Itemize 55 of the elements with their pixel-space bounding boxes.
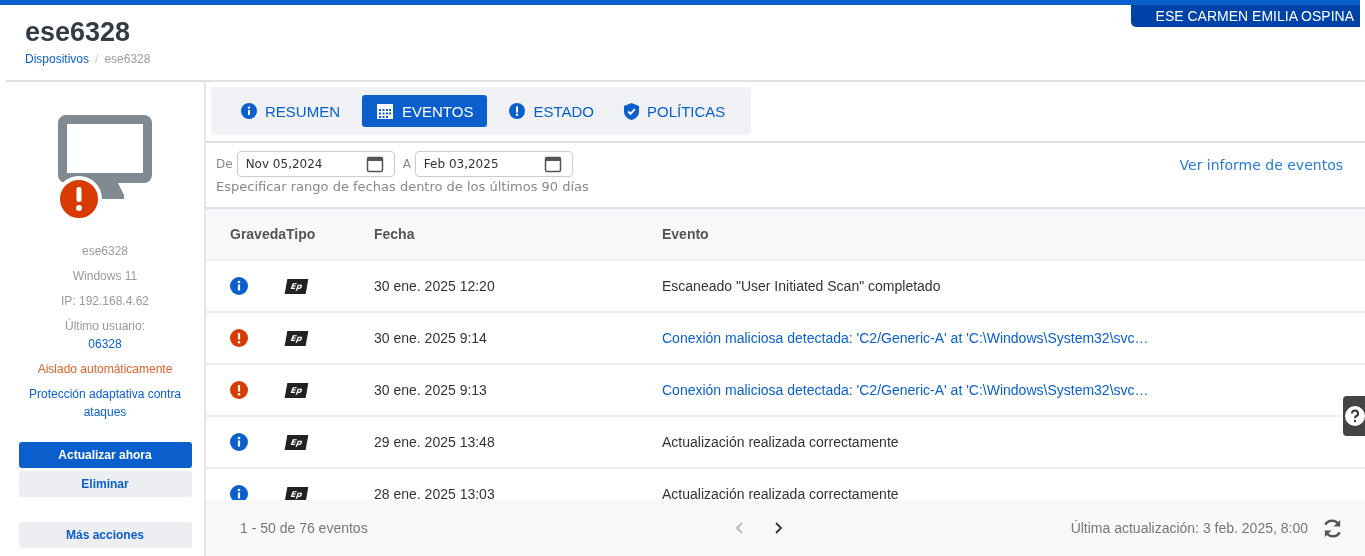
table-cell-text: 30 ene. 2025 9:13 [374, 382, 488, 398]
device-detail: Último usuario: [65, 317, 145, 335]
event-report-link[interactable]: Ver informe de eventos [1179, 157, 1343, 207]
column-header: Evento [662, 226, 710, 242]
tab[interactable]: RESUMEN [233, 95, 348, 127]
table-cell-text: Actualización realizada correctamente [662, 434, 900, 450]
column-header: Graveda [229, 226, 286, 242]
to-label: A [402, 157, 411, 171]
table-cell-text: 30 ene. 2025 12:20 [374, 278, 496, 294]
device-detail: ese6328 [81, 243, 128, 260]
table-cell-text: 28 ene. 2025 13:03 [374, 486, 496, 502]
column-header: Tipo [286, 226, 317, 242]
calendar-icon [543, 155, 562, 173]
type-logo: Ep [284, 278, 309, 294]
from-label: De [216, 157, 233, 171]
event-count: 1 - 50 de 76 eventos [240, 520, 369, 536]
detail-link[interactable]: Protección adaptativa contra ataques [15, 385, 195, 421]
event-link[interactable]: Conexión maliciosa detectada: 'C2/Generic-A' at 'C:\Windows\System32\svc… [662, 330, 1365, 346]
refresh-icon[interactable] [1322, 517, 1343, 539]
organization-badge: ESE CARMEN EMILIA OSPINA [1130, 5, 1360, 27]
breadcrumb-current: ese6328 [104, 52, 151, 66]
device-detail: Windows 11 [72, 268, 138, 285]
tab[interactable]: EVENTOS [362, 95, 488, 127]
device-detail: IP: 192.168.4.62 [60, 293, 150, 310]
to-date-field[interactable]: Feb 03,2025 [414, 151, 573, 177]
info-icon [241, 103, 257, 119]
shield-check-icon [624, 102, 639, 120]
table-cell-text: Escaneado "User Initiated Scan" completado [662, 278, 942, 294]
action-button[interactable]: Más acciones [18, 522, 192, 548]
action-button[interactable]: Eliminar [18, 471, 192, 497]
calendar-icon [365, 155, 384, 173]
next-page-icon[interactable] [773, 521, 783, 535]
column-header: Fecha [374, 226, 416, 242]
type-logo: Ep [284, 382, 309, 398]
tab[interactable]: POLÍTICAS [616, 95, 734, 127]
breadcrumb-separator: / [95, 52, 99, 66]
type-logo: Ep [284, 434, 309, 450]
type-logo: Ep [284, 330, 309, 346]
calendar-icon [376, 102, 394, 120]
tab[interactable]: ESTADO [501, 95, 602, 127]
table-cell-text: 29 ene. 2025 13:48 [374, 434, 496, 450]
from-date-field[interactable]: Nov 05,2024 [236, 151, 395, 177]
detail-link[interactable]: 06328 [88, 335, 122, 353]
event-link[interactable]: Conexión maliciosa detectada: 'C2/Generic-A' at 'C:\Windows\System32\svc… [662, 382, 1365, 398]
help-tab[interactable] [1343, 396, 1365, 436]
table-cell-text: Actualización realizada correctamente [662, 486, 900, 502]
breadcrumb-link[interactable]: Dispositivos [25, 52, 90, 66]
isolation-status: Aislado automáticamente [37, 361, 173, 378]
action-button[interactable]: Actualizar ahora [18, 442, 192, 468]
device-title: ese6328 [25, 17, 132, 48]
help-icon [1345, 406, 1365, 426]
alert-icon [509, 103, 526, 119]
date-range-hint: Especificar rango de fechas dentro de los últimos 90 días [216, 179, 589, 194]
last-update-text: Última actualización: 3 feb. 2025, 8:00 [1070, 520, 1308, 536]
table-cell-text: 30 ene. 2025 9:14 [374, 330, 488, 346]
